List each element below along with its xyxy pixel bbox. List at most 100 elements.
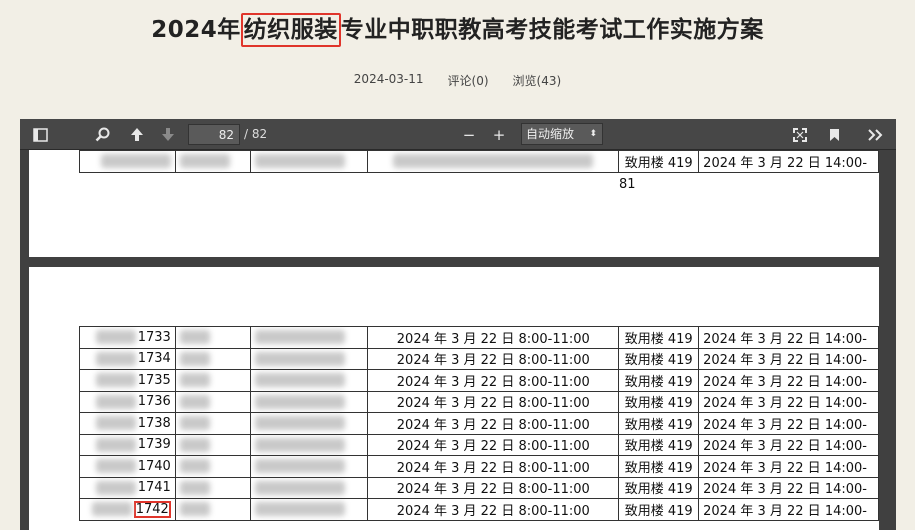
table-row: 1736 2024 年 3 月 22 日 8:00-11:00 致用楼 419 202… — [79, 390, 879, 413]
cell-class-redacted — [249, 498, 369, 521]
page-total: / 82 — [244, 127, 268, 141]
cell-practical-time: 2024 年 3 月 22 日 14:00- — [698, 412, 879, 435]
zoom-select[interactable]: 自动缩放 ⬍ — [521, 123, 603, 145]
cell-exam-time: 2024 年 3 月 22 日 8:00-11:00 — [367, 347, 620, 370]
cell-student-id: 1736 — [79, 390, 176, 413]
bookmark-icon[interactable] — [821, 123, 847, 146]
cell-practical-time: 2024 年 3 月 22 日 14:00- — [698, 390, 879, 413]
cell-room: 致用楼 419 — [618, 326, 700, 349]
student-id-suffix: 1734 — [137, 351, 171, 367]
cell-class-redacted — [249, 369, 369, 392]
scrollbar[interactable] — [879, 150, 896, 530]
cell-practical-time: 2024 年 3 月 22 日 14:00- — [698, 433, 879, 456]
cell-student-id: 1734 — [79, 347, 176, 370]
cell-room: 致用楼 419 — [618, 433, 700, 456]
cell-student-id: 1739 — [79, 433, 176, 456]
schedule-table-page81: 致用楼 419 2024 年 3 月 22 日 14:00- — [79, 150, 879, 173]
previous-page-icon[interactable] — [124, 123, 150, 146]
table-row: 1739 2024 年 3 月 22 日 8:00-11:00 致用楼 419 202… — [79, 433, 879, 456]
cell-practical-time: 2024 年 3 月 22 日 14:00- — [698, 326, 879, 349]
cell-class-redacted — [249, 412, 369, 435]
cell-room: 致用楼 419 — [618, 498, 700, 521]
more-tools-icon[interactable] — [862, 123, 888, 146]
cell-student-id: 1733 — [79, 326, 176, 349]
pdf-toolbar: / 82 − + 自动缩放 ⬍ — [20, 119, 896, 150]
cell-name-redacted — [174, 498, 251, 521]
cell-room: 致用楼 419 — [618, 476, 700, 499]
cell-class-redacted — [249, 347, 369, 370]
cell-name-redacted — [174, 390, 251, 413]
page-number-label: 81 — [619, 177, 636, 192]
student-id-suffix: 1735 — [137, 372, 171, 388]
cell-room: 致用楼 419 — [618, 412, 700, 435]
select-caret-icon: ⬍ — [589, 129, 597, 139]
zoom-select-value: 自动缩放 — [526, 127, 575, 141]
cell-student-id: 1740 — [79, 455, 176, 478]
cell-name-redacted — [174, 326, 251, 349]
cell-class-redacted — [249, 476, 369, 499]
cell-name-redacted — [174, 476, 251, 499]
cell-class-redacted — [249, 433, 369, 456]
cell-practical-time: 2024 年 3 月 22 日 14:00- — [698, 498, 879, 521]
cell-class-redacted — [249, 455, 369, 478]
student-id-suffix: 1739 — [137, 437, 171, 453]
table-row: 1734 2024 年 3 月 22 日 8:00-11:00 致用楼 419 202… — [79, 347, 879, 370]
title-prefix: 2024年 — [151, 17, 241, 43]
student-id-suffix: 1736 — [137, 394, 171, 410]
table-row: 1738 2024 年 3 月 22 日 8:00-11:00 致用楼 419 202… — [79, 412, 879, 435]
cell-room: 致用楼 419 — [618, 369, 700, 392]
cell-room: 致用楼 419 — [618, 390, 700, 413]
cell-class-redacted — [249, 326, 369, 349]
student-id-suffix: 1738 — [137, 415, 171, 431]
sidebar-toggle-icon[interactable] — [27, 123, 53, 146]
cell-name-redacted — [174, 455, 251, 478]
pdf-page-81: 致用楼 419 2024 年 3 月 22 日 14:00- 81 — [29, 150, 879, 257]
student-id-suffix: 1742 — [133, 500, 171, 518]
page-title: 2024年 纺织服装 专业中职职教高考技能考试工作实施方案 — [0, 12, 915, 48]
article-meta: 2024-03-11 评论(0) 浏览(43) — [0, 72, 915, 89]
table-row: 1735 2024 年 3 月 22 日 8:00-11:00 致用楼 419 202… — [79, 369, 879, 392]
table-row: 致用楼 419 2024 年 3 月 22 日 14:00- — [79, 150, 879, 173]
title-suffix: 专业中职职教高考技能考试工作实施方案 — [340, 17, 764, 43]
cell-class-redacted — [249, 390, 369, 413]
cell-practical-time: 2024 年 3 月 22 日 14:00- — [698, 476, 879, 499]
publish-date: 2024-03-11 — [353, 72, 424, 86]
cell-name-redacted — [174, 347, 251, 370]
cell-practical-time: 2024 年 3 月 22 日 14:00- — [698, 150, 879, 173]
cell-exam-time: 2024 年 3 月 22 日 8:00-11:00 — [367, 433, 620, 456]
student-id-suffix: 1740 — [137, 458, 171, 474]
table-row: 1733 2024 年 3 月 22 日 8:00-11:00 致用楼 419 202… — [79, 326, 879, 349]
cell-student-id: 1742 — [79, 498, 176, 521]
zoom-out-button[interactable]: − — [456, 123, 482, 146]
next-page-icon[interactable] — [155, 123, 181, 146]
cell-id-redacted — [79, 150, 176, 173]
cell-practical-time: 2024 年 3 月 22 日 14:00- — [698, 347, 879, 370]
cell-room: 致用楼 419 — [618, 455, 700, 478]
search-icon[interactable] — [89, 123, 115, 146]
views-count: 浏览(43) — [512, 74, 562, 88]
cell-exam-time: 2024 年 3 月 22 日 8:00-11:00 — [367, 498, 620, 521]
cell-exam-time-redacted — [367, 150, 620, 173]
student-id-suffix: 1733 — [137, 329, 171, 345]
cell-student-id: 1738 — [79, 412, 176, 435]
cell-name-redacted — [174, 150, 252, 173]
cell-class-redacted — [250, 150, 369, 173]
title-highlight: 纺织服装 — [240, 13, 341, 47]
cell-exam-time: 2024 年 3 月 22 日 8:00-11:00 — [367, 390, 620, 413]
comments-link[interactable]: 评论(0) — [448, 72, 489, 89]
cell-name-redacted — [174, 433, 251, 456]
pdf-pages[interactable]: 致用楼 419 2024 年 3 月 22 日 14:00- 81 1733 20… — [29, 150, 879, 530]
cell-student-id: 1735 — [79, 369, 176, 392]
table-row: 1741 2024 年 3 月 22 日 8:00-11:00 致用楼 419 202… — [79, 476, 879, 499]
cell-name-redacted — [174, 412, 251, 435]
page-number-input[interactable] — [188, 124, 240, 145]
pdf-page-82: 1733 2024 年 3 月 22 日 8:00-11:00 致用楼 419 202… — [29, 267, 879, 530]
cell-room: 致用楼 419 — [618, 150, 700, 173]
cell-exam-time: 2024 年 3 月 22 日 8:00-11:00 — [367, 455, 620, 478]
cell-name-redacted — [174, 369, 251, 392]
cell-practical-time: 2024 年 3 月 22 日 14:00- — [698, 369, 879, 392]
fullscreen-icon[interactable] — [787, 123, 813, 146]
zoom-in-button[interactable]: + — [486, 123, 512, 146]
student-id-suffix: 1741 — [137, 480, 171, 496]
cell-exam-time: 2024 年 3 月 22 日 8:00-11:00 — [367, 326, 620, 349]
